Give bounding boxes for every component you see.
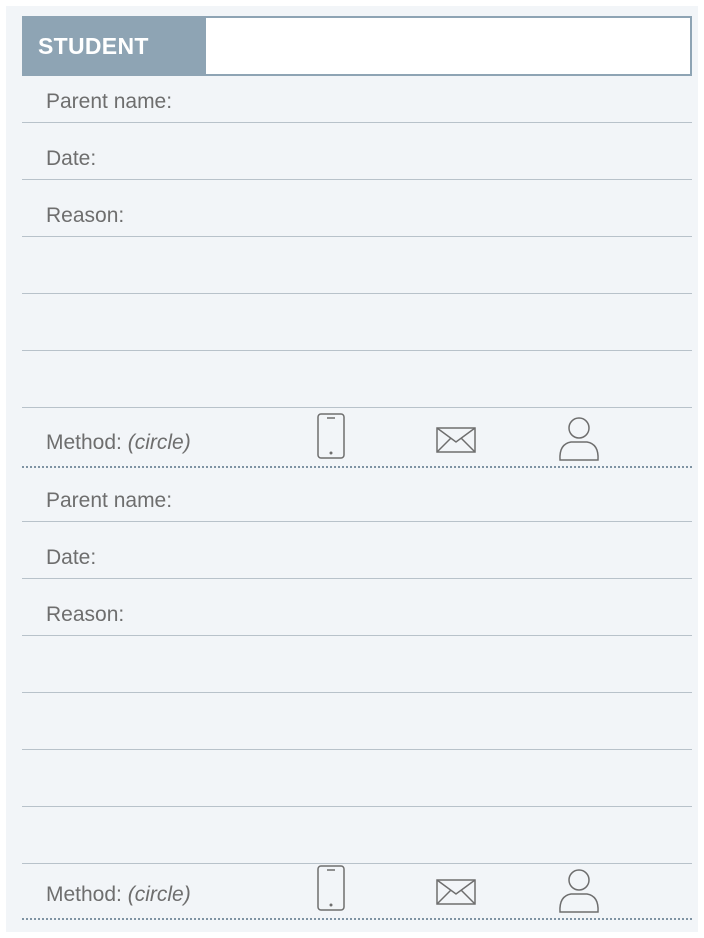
reason-line[interactable] xyxy=(22,293,692,294)
reason-line[interactable] xyxy=(22,749,692,750)
reason-line[interactable] xyxy=(22,236,692,237)
section-divider xyxy=(22,918,692,920)
method-label: Method: (circle) xyxy=(46,883,191,907)
student-label: STUDENT xyxy=(22,16,204,76)
reason-line[interactable] xyxy=(22,863,692,864)
reason-line[interactable] xyxy=(22,692,692,693)
student-header: STUDENT xyxy=(22,16,692,76)
section-divider xyxy=(22,466,692,468)
envelope-icon[interactable] xyxy=(435,426,477,454)
reason-line[interactable] xyxy=(22,806,692,807)
person-icon[interactable] xyxy=(556,416,602,462)
reason-line[interactable] xyxy=(22,635,692,636)
person-icon[interactable] xyxy=(556,868,602,914)
phone-icon[interactable] xyxy=(316,864,346,912)
date-label: Date: xyxy=(46,147,97,170)
reason-line[interactable] xyxy=(22,350,692,351)
envelope-icon[interactable] xyxy=(435,878,477,906)
date-line[interactable] xyxy=(22,179,692,180)
method-label: Method: (circle) xyxy=(46,431,191,455)
method-hint: (circle) xyxy=(127,431,191,454)
student-name-field[interactable] xyxy=(204,16,692,76)
parent-name-line[interactable] xyxy=(22,521,692,522)
parent-name-label: Parent name: xyxy=(46,489,173,512)
method-hint: (circle) xyxy=(127,883,191,906)
method-label-text: Method: xyxy=(46,883,122,906)
reason-label: Reason: xyxy=(46,603,125,626)
date-line[interactable] xyxy=(22,578,692,579)
reason-line[interactable] xyxy=(22,407,692,408)
parent-name-label: Parent name: xyxy=(46,90,173,113)
phone-icon[interactable] xyxy=(316,412,346,460)
parent-name-line[interactable] xyxy=(22,122,692,123)
contact-log-card: STUDENT Parent name: Date: Reason: Metho… xyxy=(6,6,698,932)
method-label-text: Method: xyxy=(46,431,122,454)
date-label: Date: xyxy=(46,546,97,569)
reason-label: Reason: xyxy=(46,204,125,227)
